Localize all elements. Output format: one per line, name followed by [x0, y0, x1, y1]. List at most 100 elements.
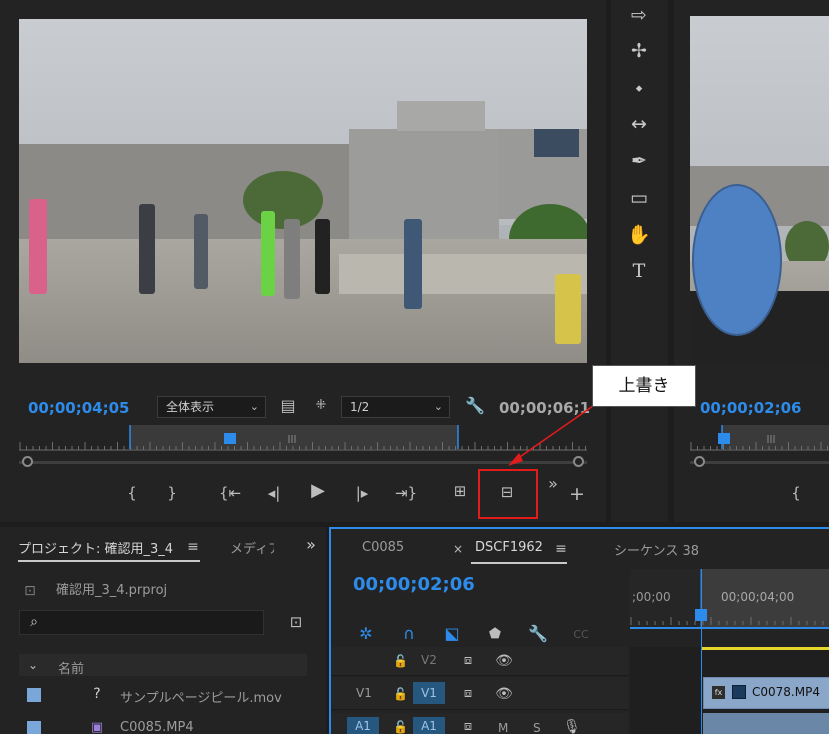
video-person — [29, 199, 47, 294]
source-patch-v1[interactable]: V1 — [356, 686, 372, 700]
video-person — [261, 211, 275, 296]
step-back-icon[interactable]: ◂| — [263, 485, 285, 501]
sync-lock-icon[interactable]: ⧈ — [459, 719, 477, 734]
mark-in-icon[interactable]: { — [124, 485, 140, 501]
play-icon[interactable]: ▶ — [307, 482, 329, 500]
source-current-timecode[interactable]: 00;00;04;05 — [28, 399, 130, 417]
eye-icon[interactable]: 👁 — [495, 686, 513, 702]
ruler-mark-label: 00;00;04;00 — [721, 590, 795, 604]
zoom-dropdown[interactable]: 全体表示 ⌄ — [157, 396, 266, 418]
mark-in-icon[interactable]: { — [788, 485, 804, 501]
pen-icon[interactable]: ✒ — [625, 148, 653, 174]
lock-icon[interactable]: 🔓 — [393, 719, 408, 734]
type-icon[interactable]: T — [625, 258, 653, 284]
hand-icon[interactable]: ✋ — [625, 222, 653, 248]
active-tab-underline — [18, 560, 200, 562]
wrench-icon[interactable]: 🔧 — [528, 626, 548, 642]
track-label-v2[interactable]: V2 — [421, 653, 437, 667]
add-button-icon[interactable]: + — [568, 485, 586, 504]
track-target-v1[interactable]: V1 — [413, 682, 445, 704]
scroll-handle-left[interactable] — [22, 456, 33, 467]
captions-icon[interactable]: CC — [570, 627, 592, 643]
wrench-icon[interactable]: 🔧 — [465, 398, 485, 414]
track-target-a1[interactable]: A1 — [413, 717, 445, 734]
label-color-swatch[interactable] — [27, 721, 41, 734]
video-person — [315, 219, 330, 294]
sync-lock-icon[interactable]: ⧈ — [459, 653, 477, 669]
work-area-bar[interactable] — [701, 647, 829, 650]
column-name-header[interactable]: 名前 — [58, 658, 84, 677]
go-to-out-icon[interactable]: ⇥} — [394, 485, 418, 501]
more-tabs-icon[interactable]: » — [303, 537, 319, 553]
video-clip-icon: ▣ — [90, 720, 104, 734]
film-strip-icon[interactable]: ▤ — [279, 398, 297, 414]
ripple-edit-icon[interactable]: ✢ — [625, 38, 653, 64]
timeline-audio-clip[interactable] — [703, 713, 829, 734]
ruler-start-label: ;00;00 — [632, 590, 671, 604]
rectangle-icon[interactable]: ▭ — [625, 185, 653, 211]
zoom-scrollbar[interactable] — [690, 461, 829, 464]
mark-out-icon[interactable]: } — [164, 485, 180, 501]
project-file-name: 確認用_3_4.prproj — [56, 583, 168, 598]
chevron-down-icon[interactable]: ⌄ — [26, 657, 40, 673]
playhead-line[interactable] — [701, 569, 702, 734]
project-panel: プロジェクト: 確認用_3_4 ≡ メディア » ⊡ 確認用_3_4.prpro… — [0, 527, 326, 734]
lock-icon[interactable]: 🔓 — [393, 653, 408, 669]
solo-button[interactable]: S — [533, 721, 541, 734]
step-forward-icon[interactable]: |▸ — [351, 485, 373, 501]
lock-icon[interactable]: 🔓 — [393, 686, 408, 702]
tab-sequence-active[interactable]: DSCF1962 — [475, 540, 543, 555]
video-tree — [243, 171, 323, 229]
resolution-dropdown[interactable]: 1/2 ⌄ — [341, 396, 450, 418]
more-controls-icon[interactable]: » — [545, 476, 561, 492]
snap-magnet-icon[interactable]: ∩ — [400, 626, 418, 642]
add-marker-icon[interactable]: ⬟ — [486, 626, 504, 642]
clip-link-icon — [732, 685, 746, 699]
new-bin-icon[interactable]: ⊡ — [286, 614, 306, 630]
video-person — [284, 219, 300, 299]
chevron-down-icon: ⌄ — [249, 400, 259, 413]
timeline-clip[interactable]: fx C0078.MP4 — [703, 677, 829, 709]
close-icon[interactable]: × — [452, 541, 464, 557]
sync-lock-icon[interactable]: ⧈ — [459, 686, 477, 702]
tab-sequence[interactable]: C0085 — [362, 540, 404, 555]
program-time-ruler[interactable] — [690, 423, 829, 451]
program-current-timecode[interactable]: 00;00;02;06 — [700, 399, 802, 417]
insert-icon[interactable]: ⊞ — [448, 483, 472, 499]
menu-icon[interactable]: ≡ — [554, 541, 568, 557]
tab-sequence[interactable]: シーケンス 38 — [614, 540, 699, 559]
program-video-frame[interactable] — [690, 16, 829, 366]
microphone-icon[interactable]: 🎙 — [563, 719, 581, 734]
project-folder-icon: ⊡ — [24, 583, 36, 599]
chevron-down-icon: ⌄ — [433, 400, 443, 413]
go-to-in-icon[interactable]: {⇤ — [218, 485, 242, 501]
source-video-frame[interactable] — [19, 19, 587, 363]
video-building-roof — [397, 101, 485, 131]
ruler-ticks — [690, 425, 829, 451]
search-input[interactable]: ⌕ — [19, 610, 264, 635]
zoom-dropdown-value: 全体表示 — [166, 400, 215, 414]
scroll-handle-left[interactable] — [694, 456, 705, 467]
drag-audio-icon[interactable]: ⁜ — [310, 398, 332, 414]
track-select-forward-icon[interactable]: ⇨ — [625, 2, 653, 28]
nest-icon[interactable]: ✲ — [357, 626, 375, 642]
eye-icon[interactable]: 👁 — [495, 653, 513, 669]
list-item[interactable]: サンプルページピール.mov — [120, 687, 282, 706]
program-monitor: 00;00;02;06 { — [674, 0, 829, 522]
tab-media[interactable]: メディア — [230, 538, 274, 557]
overwrite-callout: 上書き — [592, 365, 696, 407]
tab-project[interactable]: プロジェクト: 確認用_3_4 — [18, 538, 173, 557]
list-item[interactable]: C0085.MP4 — [120, 720, 194, 734]
menu-icon[interactable]: ≡ — [186, 539, 200, 555]
linked-selection-icon[interactable]: ⬕ — [443, 626, 461, 642]
video-railing — [339, 254, 587, 294]
label-color-swatch[interactable] — [27, 688, 41, 702]
timeline-timecode[interactable]: 00;00;02;06 — [353, 574, 475, 595]
slip-icon[interactable]: ↔ — [625, 111, 653, 137]
razor-icon[interactable]: ⬩ — [625, 75, 653, 101]
mute-button[interactable]: M — [498, 721, 508, 734]
source-patch-a1[interactable]: A1 — [347, 717, 379, 734]
video-solar-panel — [534, 129, 579, 157]
unknown-media-icon: ? — [93, 686, 101, 702]
fx-badge-icon: fx — [712, 686, 725, 699]
